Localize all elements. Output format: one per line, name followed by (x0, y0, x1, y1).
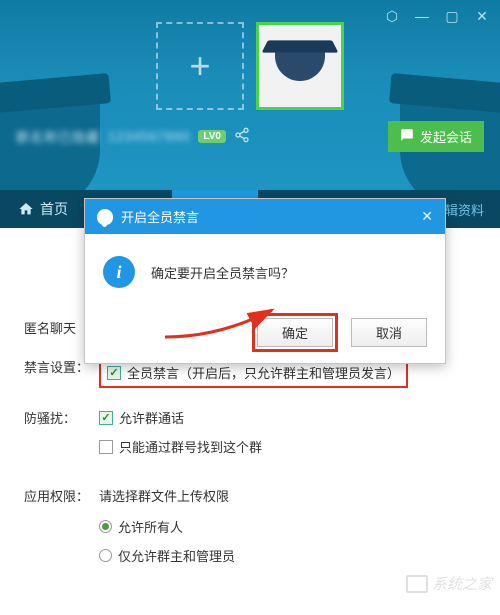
allow-call-checkbox[interactable] (99, 411, 113, 425)
confirm-dialog: 开启全员禁言 ✕ i 确定要开启全员禁言吗？ 确定 取消 (84, 198, 446, 364)
only-id-checkbox[interactable] (99, 440, 113, 454)
allow-call-text: 允许群通话 (119, 408, 184, 427)
group-id: 1234567890 (108, 129, 190, 144)
confirm-button[interactable]: 确定 (257, 318, 333, 347)
dialog-close-button[interactable]: ✕ (421, 208, 433, 225)
only-admin-text: 仅允许群主和管理员 (118, 546, 235, 565)
dialog-title-text: 开启全员禁言 (121, 207, 199, 226)
header-banner: ⬡ — ▢ ✕ + 群名称已隐藏 1234567890 LV0 发起会话 (0, 0, 500, 190)
anti-harass-label: 防骚扰： (24, 408, 99, 466)
tab-home-label: 首页 (40, 199, 68, 219)
tab-home[interactable]: 首页 (0, 190, 86, 228)
graduation-cap-icon (275, 51, 325, 81)
watermark-text: 系统之家 (432, 573, 492, 594)
app-perm-hint: 请选择群文件上传权限 (99, 486, 476, 505)
group-avatar[interactable] (256, 22, 344, 110)
pin-icon[interactable]: ⬡ (384, 8, 400, 25)
only-admin-radio[interactable] (99, 549, 112, 562)
cancel-button[interactable]: 取消 (351, 318, 427, 347)
dialog-titlebar: 开启全员禁言 ✕ (85, 199, 445, 234)
app-perm-label: 应用权限： (24, 486, 99, 575)
add-avatar-button[interactable]: + (156, 22, 244, 110)
start-chat-button[interactable]: 发起会话 (388, 121, 484, 152)
maximize-button[interactable]: ▢ (444, 8, 460, 25)
allow-all-text: 允许所有人 (118, 517, 183, 536)
dialog-message: 确定要开启全员禁言吗？ (151, 263, 294, 282)
info-icon: i (103, 256, 135, 288)
minimize-button[interactable]: — (414, 8, 430, 25)
close-button[interactable]: ✕ (474, 8, 490, 25)
chat-icon (400, 128, 414, 145)
level-badge: LV0 (198, 130, 226, 143)
home-icon (18, 201, 34, 217)
group-name: 群名称已隐藏 (16, 127, 100, 146)
start-chat-label: 发起会话 (420, 127, 472, 146)
watermark-icon (406, 575, 428, 593)
mute-all-text: 全员禁言（开启后，只允许群主和管理员发言） (127, 363, 400, 382)
watermark: 系统之家 (406, 573, 492, 594)
penguin-icon (97, 209, 113, 225)
allow-all-radio[interactable] (99, 520, 112, 533)
mute-all-checkbox[interactable] (107, 366, 121, 380)
only-id-text: 只能通过群号找到这个群 (119, 437, 262, 456)
share-icon[interactable] (234, 127, 250, 146)
window-controls: ⬡ — ▢ ✕ (384, 8, 490, 25)
